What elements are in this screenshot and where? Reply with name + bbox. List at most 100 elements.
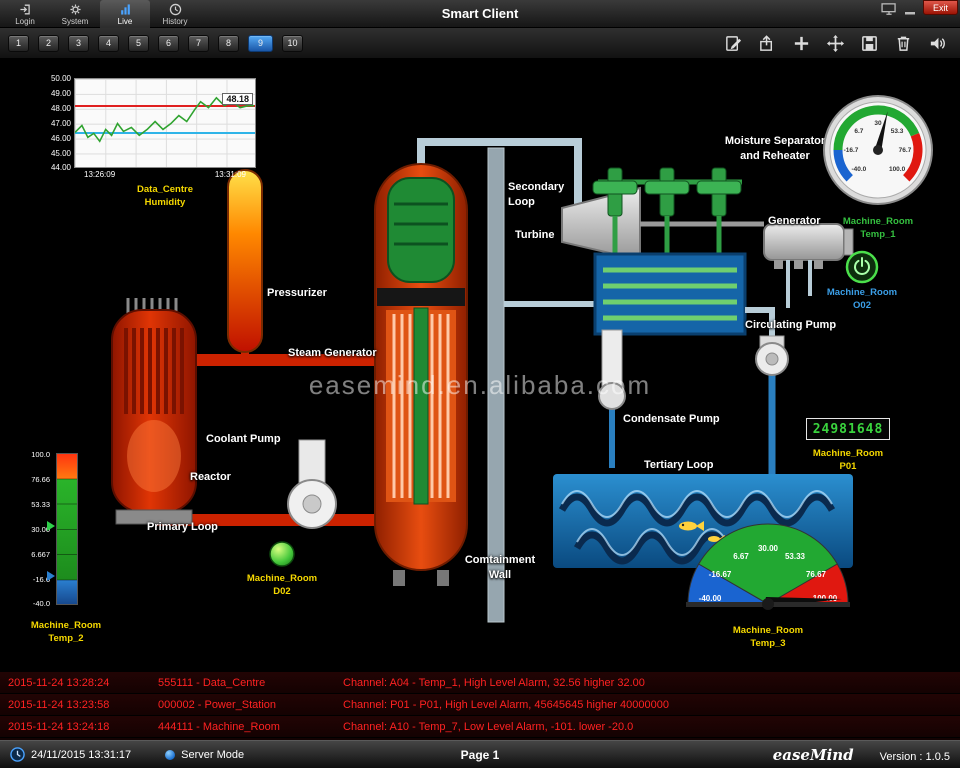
- nav-system-label: System: [62, 17, 89, 26]
- trend-current-value: 48.18: [222, 93, 253, 105]
- page-button-4[interactable]: 4: [98, 35, 119, 52]
- label-moisture-separator: Moisture Separator and Reheater: [725, 134, 825, 164]
- page-button-1[interactable]: 1: [8, 35, 29, 52]
- window-controls: Exit: [881, 0, 958, 21]
- history-clock-icon: [169, 3, 182, 16]
- trash-icon: [894, 34, 913, 53]
- brand-logo: easeMind: [773, 746, 854, 764]
- trend-y-axis: 50.00 49.00 48.00 47.00 46.00 45.00 44.0…: [44, 78, 74, 168]
- main-nav: Login System Live History: [0, 0, 200, 28]
- server-mode-icon: [165, 750, 175, 760]
- svg-text:53.33: 53.33: [785, 552, 806, 561]
- condenser: [595, 254, 745, 334]
- steam-generator-band: [377, 288, 465, 306]
- svg-text:30.00: 30.00: [758, 544, 779, 553]
- login-icon: [19, 3, 32, 16]
- alarm-source: 444111 - Machine_Room: [158, 721, 343, 733]
- page-button-9[interactable]: 9: [248, 35, 273, 52]
- page-button-3[interactable]: 3: [68, 35, 89, 52]
- svg-text:-16.67: -16.67: [709, 570, 732, 579]
- power-switch-o02[interactable]: [845, 250, 879, 289]
- bar-tick-lines: [57, 454, 77, 604]
- nav-login[interactable]: Login: [0, 0, 50, 28]
- page-button-6[interactable]: 6: [158, 35, 179, 52]
- label-pressurizer: Pressurizer: [267, 286, 327, 301]
- delete-button[interactable]: [892, 32, 914, 54]
- label-secondary-loop: Secondary Loop: [508, 180, 564, 210]
- steam-generator-center-tube: [414, 308, 428, 504]
- toolbar: [722, 32, 952, 54]
- nav-system[interactable]: System: [50, 0, 100, 28]
- nav-history[interactable]: History: [150, 0, 200, 28]
- plus-icon: [792, 34, 811, 53]
- alarm-row[interactable]: 2015-11-24 13:24:18 444111 - Machine_Roo…: [0, 716, 960, 738]
- titlebar: Login System Live History Smart Client E…: [0, 0, 960, 28]
- label-turbine: Turbine: [515, 228, 555, 243]
- svg-text:-40.00: -40.00: [699, 594, 722, 603]
- reactor-core-glow: [127, 420, 181, 492]
- nav-login-label: Login: [15, 17, 35, 26]
- server-mode-label: Server Mode: [181, 749, 244, 761]
- statusbar-datetime: 24/11/2015 13:31:17: [31, 749, 131, 761]
- label-generator: Generator: [768, 214, 821, 229]
- display-mode-icon[interactable]: [881, 3, 897, 21]
- trend-chart-widget: 50.00 49.00 48.00 47.00 46.00 45.00 44.0…: [44, 78, 260, 210]
- gear-icon: [69, 3, 82, 16]
- save-icon: [860, 34, 879, 53]
- clock-icon: [10, 747, 25, 762]
- moisture-separators: [593, 168, 741, 254]
- coolant-pump-hub: [303, 495, 321, 513]
- gauge-temp1-dial: -40.0 -16.7 6.7 30 53.3 76.7 100.0: [820, 92, 936, 208]
- svg-text:53.3: 53.3: [891, 128, 904, 135]
- page-button-7[interactable]: 7: [188, 35, 209, 52]
- svg-text:-40.0: -40.0: [851, 166, 866, 173]
- digital-display-p01: 24981648 Machine_Room P01: [806, 418, 890, 474]
- alarm-time: 2015-11-24 13:24:18: [8, 721, 158, 733]
- volume-button[interactable]: [926, 32, 948, 54]
- trend-plot-area: 48.18: [74, 78, 256, 168]
- page-button-8[interactable]: 8: [218, 35, 239, 52]
- edit-button[interactable]: [722, 32, 744, 54]
- page-button-10[interactable]: 10: [282, 35, 303, 52]
- gauge-temp1-label: Machine_Room Temp_1: [820, 215, 936, 242]
- gauge-temp3-label: Machine_Room Temp_3: [684, 624, 852, 651]
- bar-gauge-temp2: 100.0 76.66 53.33 30.00 6.667 -16.6 -40.…: [24, 453, 108, 663]
- nav-history-label: History: [163, 17, 188, 26]
- nav-live[interactable]: Live: [100, 0, 150, 28]
- alarm-message: Channel: A10 - Temp_7, Low Level Alarm, …: [343, 721, 960, 733]
- page-button-2[interactable]: 2: [38, 35, 59, 52]
- version-label: Version : 1.0.5: [880, 751, 950, 763]
- export-button[interactable]: [756, 32, 778, 54]
- gauge-temp3-dial: -40.00 -16.67 6.67 30.00 53.33 76.67 100…: [684, 522, 852, 614]
- label-reactor: Reactor: [190, 470, 231, 485]
- page-title: Smart Client: [442, 0, 519, 28]
- watermark: easemind.en.alibaba.com: [0, 370, 960, 401]
- label-containment-wall: Comtainment Wall: [465, 553, 535, 583]
- alarm-row[interactable]: 2015-11-24 13:28:24 555111 - Data_Centre…: [0, 672, 960, 694]
- turbine-body: [562, 188, 640, 260]
- alarm-list: 2015-11-24 13:28:24 555111 - Data_Centre…: [0, 672, 960, 740]
- circulating-pump-hub: [766, 353, 778, 365]
- add-button[interactable]: [790, 32, 812, 54]
- label-primary-loop: Primary Loop: [147, 520, 218, 535]
- label-coolant-pump: Coolant Pump: [206, 432, 281, 447]
- digital-display-label: Machine_Room P01: [806, 447, 890, 474]
- edit-icon: [724, 34, 743, 53]
- move-button[interactable]: [824, 32, 846, 54]
- indicator-d02: [268, 540, 296, 573]
- current-page-label: Page 1: [461, 748, 500, 762]
- save-button[interactable]: [858, 32, 880, 54]
- trend-x-axis: 13:26:0913:31:09: [74, 168, 256, 179]
- alarm-source: 000002 - Power_Station: [158, 699, 343, 711]
- page-button-5[interactable]: 5: [128, 35, 149, 52]
- exit-button[interactable]: Exit: [923, 0, 958, 15]
- alarm-source: 555111 - Data_Centre: [158, 677, 343, 689]
- svg-text:-16.7: -16.7: [844, 147, 859, 154]
- minimize-icon[interactable]: [903, 3, 917, 21]
- svg-text:30: 30: [874, 120, 882, 127]
- export-icon: [758, 34, 777, 53]
- svg-text:76.67: 76.67: [806, 570, 827, 579]
- lamp-icon: [268, 540, 296, 568]
- svg-text:76.7: 76.7: [899, 147, 912, 154]
- alarm-row[interactable]: 2015-11-24 13:23:58 000002 - Power_Stati…: [0, 694, 960, 716]
